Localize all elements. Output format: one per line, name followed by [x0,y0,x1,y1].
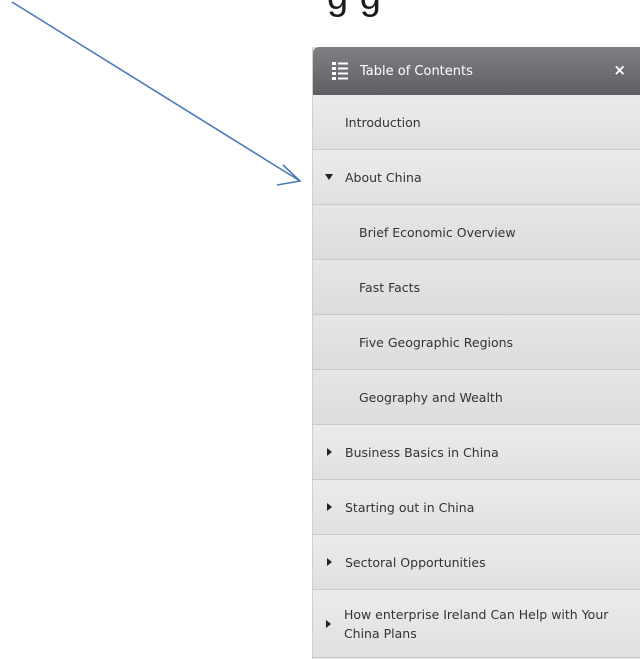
toc-item-label: Five Geographic Regions [359,334,514,350]
close-button[interactable]: × [613,61,626,79]
caret-right-icon[interactable] [325,619,332,628]
toc-header: Table of Contents × [313,47,640,95]
annotation-arrow [11,1,302,186]
toc-item-label: Fast Facts [359,279,421,295]
toc-item[interactable]: Five Geographic Regions [313,315,640,370]
caret-right-icon[interactable] [325,558,333,566]
cropped-caption-text: g g [327,0,381,19]
caret-right-icon[interactable] [325,503,333,511]
toc-title: Table of Contents [360,63,473,79]
toc-item[interactable]: Business Basics in China [313,425,640,480]
caret-right-icon[interactable] [325,448,333,456]
toc-item[interactable]: How enterprise Ireland Can Help with You… [313,590,640,658]
toc-item-label: Sectoral Opportunities [345,554,486,570]
toc-item-label: Starting out in China [345,499,475,515]
toc-list: Introduction About China Brief Economic Ov… [313,95,640,658]
caret-down-icon[interactable] [325,173,333,181]
list-icon [332,62,348,80]
toc-item-label: Geography and Wealth [359,389,503,405]
toc-item[interactable]: Starting out in China [313,480,640,535]
toc-item-label: About China [345,169,422,185]
toc-item-label: Brief Economic Overview [359,224,516,240]
toc-item[interactable]: Introduction [313,95,640,150]
toc-item-label: How enterprise Ireland Can Help with You… [343,606,609,641]
toc-item[interactable]: Brief Economic Overview [313,205,640,260]
toc-item-label: Introduction [345,114,421,130]
toc-item-label: Business Basics in China [345,444,499,460]
toc-item[interactable]: Fast Facts [313,260,640,315]
toc-item[interactable]: About China [313,150,640,205]
table-of-contents-panel: Table of Contents × Introduction About Ch… [312,47,640,659]
toc-item[interactable]: Geography and Wealth [313,370,640,425]
toc-item[interactable]: Sectoral Opportunities [313,535,640,590]
